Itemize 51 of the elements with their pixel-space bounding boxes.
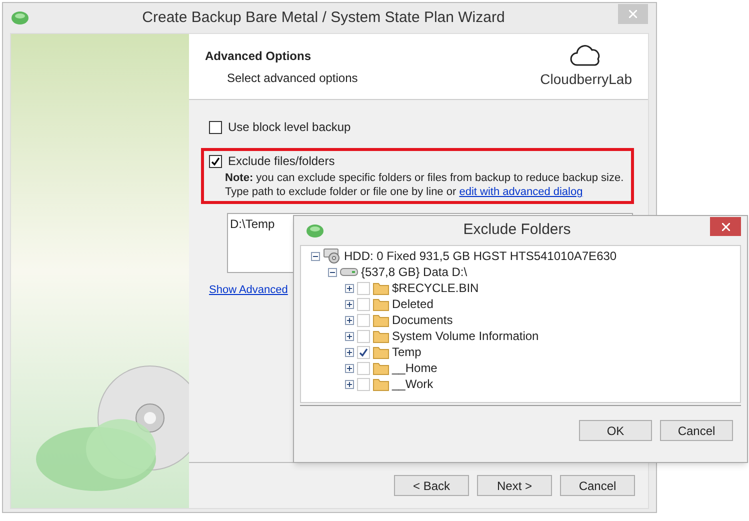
wizard-button[interactable]: Next > — [477, 475, 552, 496]
checkbox[interactable] — [209, 120, 222, 134]
folder-icon — [373, 378, 389, 390]
collapse-icon[interactable] — [311, 252, 320, 260]
close-button[interactable] — [710, 217, 741, 236]
app-logo-icon — [11, 11, 29, 25]
expand-icon[interactable] — [345, 380, 354, 388]
expand-icon[interactable] — [345, 364, 354, 372]
note-text: Note: you can exclude specific folders or files from backup to reduce backup size. Type path to exclude folder or file one by line or edit with advanced dialog — [224, 171, 625, 199]
app-logo-icon — [306, 224, 324, 238]
close-icon — [722, 222, 730, 230]
header-subtitle: Select advanced options — [226, 70, 358, 86]
check-icon — [359, 348, 368, 356]
dialog-button[interactable]: Cancel — [660, 420, 733, 441]
expand-icon[interactable] — [345, 332, 354, 340]
folder-icon — [373, 330, 389, 342]
dialog-button[interactable]: OK — [579, 420, 652, 441]
drive-icon — [340, 267, 358, 277]
expand-icon[interactable] — [345, 284, 354, 292]
tree-item-label[interactable]: HDD: 0 Fixed 931,5 GB HGST HTS541010A7E630 — [344, 248, 617, 264]
tree-item-label[interactable]: $RECYCLE.BIN — [392, 280, 479, 296]
tree-item-label[interactable]: {537,8 GB} Data D:\ — [361, 264, 468, 280]
wizard-button[interactable]: Cancel — [560, 475, 635, 496]
expand-icon[interactable] — [345, 316, 354, 324]
header-title: Advanced Options — [205, 48, 312, 64]
expand-icon[interactable] — [345, 348, 354, 356]
folder-icon — [373, 282, 389, 294]
option-label[interactable]: Use block level backup — [228, 119, 351, 135]
logo-text: CloudberryLab — [540, 70, 632, 89]
show-advanced-link[interactable]: Show Advanced — [209, 284, 288, 296]
folder-icon — [373, 346, 389, 358]
expand-icon[interactable] — [345, 300, 354, 308]
folder-icon — [373, 314, 389, 326]
option-label[interactable]: Exclude files/folders — [228, 153, 335, 169]
window-title: Create Backup Bare Metal / System State Plan Wizard — [141, 8, 506, 28]
tree-item-label[interactable]: Documents — [392, 312, 453, 328]
folder-icon — [373, 298, 389, 310]
advanced-dialog-link[interactable]: edit with advanced dialog — [459, 186, 583, 198]
disk-icon — [323, 248, 341, 264]
check-icon — [211, 156, 220, 166]
dialog-title: Exclude Folders — [462, 220, 572, 240]
tree-item-label[interactable]: System Volume Information — [392, 328, 539, 344]
checkbox[interactable] — [209, 154, 222, 168]
close-icon — [629, 10, 637, 18]
folder-icon — [373, 362, 389, 374]
tree-item-label[interactable]: Deleted — [392, 296, 434, 312]
tree-item-label[interactable]: __Work — [392, 376, 434, 392]
tree-item-label[interactable]: Temp — [392, 344, 422, 360]
tree-item-label[interactable]: __Home — [392, 360, 438, 376]
wizard-button[interactable]: < Back — [394, 475, 469, 496]
collapse-icon[interactable] — [328, 268, 337, 276]
